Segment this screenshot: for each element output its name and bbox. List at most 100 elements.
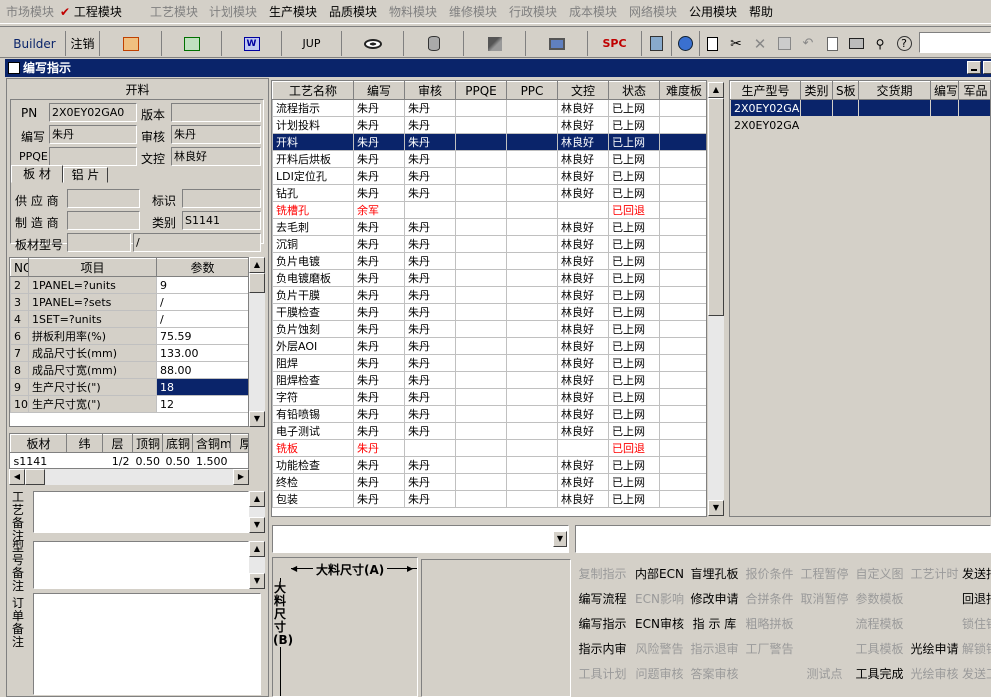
process-row[interactable]: 铣板 朱丹 已回退 <box>272 439 706 457</box>
calculator-icon[interactable] <box>642 31 672 56</box>
powerpoint-icon[interactable] <box>100 31 162 56</box>
step-combo[interactable]: ▼ <box>272 525 569 553</box>
function-button[interactable]: 工具完成 <box>852 663 907 686</box>
menu-6[interactable]: 物料模块 <box>389 4 437 20</box>
builder-button[interactable]: Builder <box>4 31 66 56</box>
menu-2[interactable]: 工艺模块 <box>150 4 198 20</box>
process-row[interactable]: 包装 朱丹 朱丹 林良好 已上网 <box>272 490 706 508</box>
param-header[interactable]: 项目 <box>28 258 157 277</box>
material-header[interactable]: 含铜mm <box>192 434 231 453</box>
process-row[interactable]: 钻孔 朱丹 朱丹 林良好 已上网 <box>272 184 706 202</box>
tools-icon[interactable] <box>464 31 526 56</box>
param-row[interactable]: 10 生产尺寸宽(") 12 <box>10 395 248 413</box>
scroll-right-icon[interactable]: ▶ <box>233 469 249 485</box>
function-button[interactable]: 编写流程 <box>575 588 630 611</box>
process-scrollbar[interactable]: ▲ ▼ <box>708 82 724 516</box>
function-button[interactable]: 自定义图 <box>852 563 907 586</box>
print-icon[interactable] <box>844 31 868 56</box>
process-row[interactable]: 干膜检查 朱丹 朱丹 林良好 已上网 <box>272 303 706 321</box>
menu-7[interactable]: 维修模块 <box>449 4 497 20</box>
computer-icon[interactable] <box>526 31 588 56</box>
process-row[interactable]: LDI定位孔 朱丹 朱丹 林良好 已上网 <box>272 167 706 185</box>
material-header[interactable]: 层 <box>102 434 133 453</box>
function-button[interactable]: 内部ECN <box>632 563 687 586</box>
reviewer-field[interactable]: 朱丹 <box>171 125 261 144</box>
param-row[interactable]: 7 成品尺寸长(mm) 133.00 <box>10 344 248 362</box>
function-button[interactable] <box>907 588 962 611</box>
menu-12[interactable]: 帮助 <box>749 4 773 20</box>
function-button[interactable]: 光绘审核 <box>907 663 962 686</box>
board-model-field-2[interactable]: / <box>133 233 261 252</box>
function-button[interactable] <box>742 663 797 686</box>
process-header[interactable]: 难度板 <box>659 81 706 100</box>
process-row[interactable]: 电子测试 朱丹 朱丹 林良好 已上网 <box>272 422 706 440</box>
process-row[interactable]: 开料后烘板 朱丹 朱丹 林良好 已上网 <box>272 150 706 168</box>
process-row[interactable]: 终检 朱丹 朱丹 林良好 已上网 <box>272 473 706 491</box>
material-header[interactable]: 厚 <box>230 434 248 453</box>
ppqe-field[interactable] <box>49 147 137 166</box>
model-header[interactable]: 类别 <box>800 81 833 100</box>
function-button[interactable]: 工具模板 <box>852 638 907 661</box>
process-header[interactable]: 文控 <box>557 81 609 100</box>
function-button[interactable]: 工厂警告 <box>742 638 797 661</box>
help-icon[interactable]: ? <box>892 31 916 56</box>
function-button[interactable]: 测试点 <box>797 663 852 686</box>
param-header[interactable]: 参数 <box>156 258 248 277</box>
material-hscrollbar[interactable]: ◀ ▶ <box>9 469 249 485</box>
process-row[interactable]: 有铅喷锡 朱丹 朱丹 林良好 已上网 <box>272 405 706 423</box>
model-remark-field[interactable] <box>33 541 249 589</box>
word-icon[interactable]: W <box>222 31 282 56</box>
function-button[interactable] <box>797 613 852 636</box>
function-button[interactable]: 编写指示 <box>575 613 630 636</box>
function-button[interactable]: 工程暂停 <box>797 563 852 586</box>
menu-3[interactable]: 计划模块 <box>209 4 257 20</box>
process-row[interactable]: 字符 朱丹 朱丹 林良好 已上网 <box>272 388 706 406</box>
spc-button[interactable]: SPC <box>588 31 642 56</box>
menu-1[interactable]: ✔ 工程模块 <box>60 4 122 20</box>
process-header[interactable]: PPC <box>506 81 558 100</box>
cut-icon[interactable]: ✂ <box>724 31 748 56</box>
tab-board[interactable]: 板 材 <box>11 165 63 183</box>
menu-10[interactable]: 网络模块 <box>629 4 677 20</box>
function-button[interactable]: 粗略拼板 <box>742 613 797 636</box>
process-row[interactable]: 去毛刺 朱丹 朱丹 林良好 已上网 <box>272 218 706 236</box>
new-document-icon[interactable] <box>700 31 724 56</box>
model-row[interactable]: 2X0EY02GA0 <box>730 116 990 134</box>
function-button[interactable]: 盲埋孔板 <box>687 563 742 586</box>
process-row[interactable]: 开料 朱丹 朱丹 林良好 已上网 <box>272 133 706 151</box>
binoculars-icon[interactable]: ⚲ <box>868 31 892 56</box>
function-button[interactable]: 参数模板 <box>852 588 907 611</box>
jup-button[interactable]: JUP <box>282 31 342 56</box>
param-row[interactable]: 3 1PANEL=?sets / <box>10 293 248 311</box>
scroll-down-icon[interactable]: ▼ <box>249 411 265 427</box>
note-field[interactable] <box>575 525 991 553</box>
dropdown-icon[interactable]: ▼ <box>553 531 567 547</box>
function-button[interactable]: 报价条件 <box>742 563 797 586</box>
menu-11[interactable]: 公用模块 <box>689 4 737 20</box>
material-header[interactable]: 底铜 <box>162 434 193 453</box>
process-remark-field[interactable] <box>33 491 249 533</box>
maximize-button[interactable] <box>983 61 991 74</box>
process-row[interactable]: 功能检查 朱丹 朱丹 林良好 已上网 <box>272 456 706 474</box>
function-button[interactable]: 指示退审 <box>687 638 742 661</box>
process-row[interactable]: 负片电镀 朱丹 朱丹 林良好 已上网 <box>272 252 706 270</box>
writer-field[interactable]: 朱丹 <box>49 125 137 144</box>
function-button[interactable]: 回退指 <box>962 588 991 611</box>
menu-8[interactable]: 行政模块 <box>509 4 557 20</box>
menu-5[interactable]: 品质模块 <box>329 4 377 20</box>
model-header[interactable]: 编写 <box>930 81 959 100</box>
category-field[interactable]: S1141 <box>182 211 261 230</box>
browser-icon[interactable] <box>672 31 700 56</box>
function-button[interactable]: 光绘申请 <box>907 638 962 661</box>
tab-aluminum[interactable]: 铝 片 <box>63 167 108 183</box>
process-row[interactable]: 负片干膜 朱丹 朱丹 林良好 已上网 <box>272 286 706 304</box>
function-button[interactable]: 解锁钢 <box>962 638 991 661</box>
material-header[interactable]: 板材 <box>10 434 67 453</box>
process-header[interactable]: 审核 <box>404 81 456 100</box>
process-row[interactable]: 负片蚀刻 朱丹 朱丹 林良好 已上网 <box>272 320 706 338</box>
model-row[interactable]: 2X0EY02GA0 <box>730 99 990 117</box>
function-button[interactable]: 指示内审 <box>575 638 630 661</box>
function-button[interactable] <box>797 638 852 661</box>
order-remark-field[interactable] <box>33 593 261 695</box>
print-preview-icon[interactable] <box>820 31 844 56</box>
